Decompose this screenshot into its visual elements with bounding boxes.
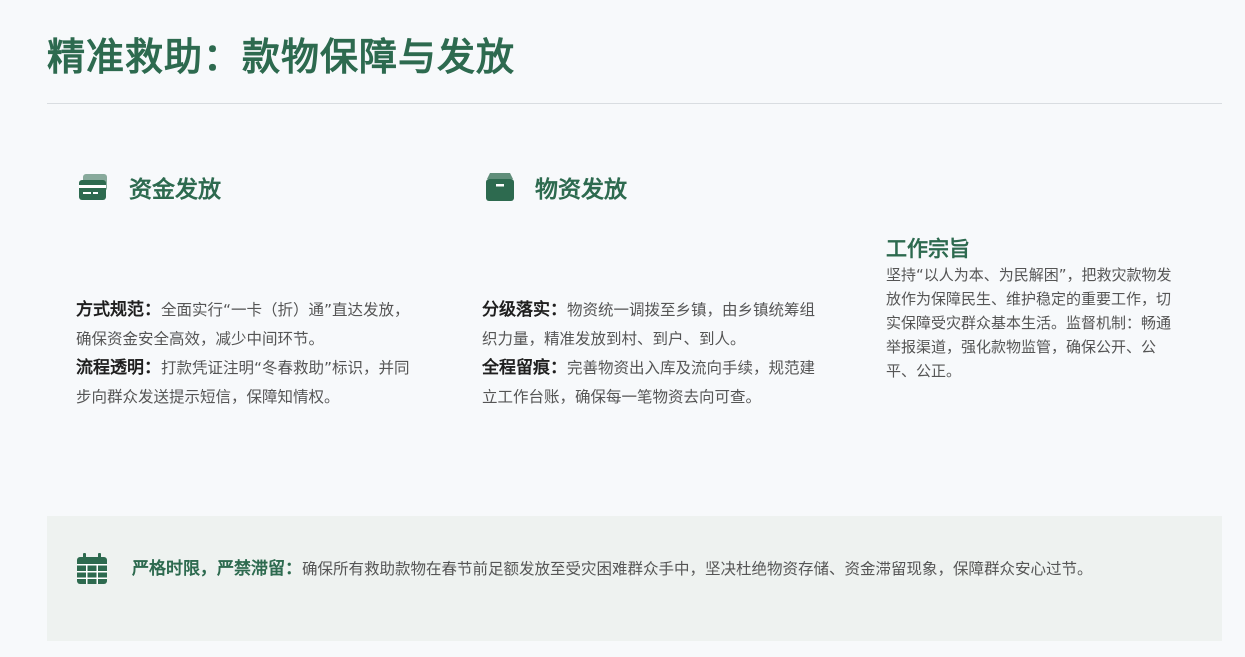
purpose-panel: 工作宗旨 坚持“以人为本、为民解困”，把救灾款物发放作为保障民生、维护稳定的重要… bbox=[886, 235, 1181, 383]
calendar-icon bbox=[76, 553, 108, 585]
box-icon bbox=[483, 170, 517, 204]
banner-body: 确保所有救助款物在春节前足额发放至受灾困难群众手中，坚决杜绝物资存储、资金滞留现… bbox=[302, 560, 1093, 578]
card-icon bbox=[77, 170, 111, 204]
item-label: 全程留痕： bbox=[482, 358, 567, 378]
banner-text: 严格时限，严禁滞留：确保所有救助款物在春节前足额发放至受灾困难群众手中，坚决杜绝… bbox=[132, 556, 1192, 583]
list-item: 全程留痕：完善物资出入库及流向手续，规范建立工作台账，确保每一笔物资去向可查。 bbox=[482, 354, 822, 412]
funds-section-title: 资金发放 bbox=[129, 176, 221, 203]
item-label: 流程透明： bbox=[76, 358, 161, 378]
purpose-text: 坚持“以人为本、为民解困”，把救灾款物发放作为保障民生、维护稳定的重要工作，切实… bbox=[886, 266, 1172, 380]
list-item: 方式规范：全面实行“一卡（折）通”直达发放，确保资金安全高效，减少中间环节。 bbox=[76, 296, 416, 354]
deadline-banner: 严格时限，严禁滞留：确保所有救助款物在春节前足额发放至受灾困难群众手中，坚决杜绝… bbox=[47, 516, 1222, 641]
supplies-section-header: 物资发放 bbox=[483, 170, 627, 204]
purpose-title: 工作宗旨 bbox=[886, 236, 970, 261]
supplies-list: 分级落实：物资统一调拨至乡镇，由乡镇统筹组织力量，精准发放到村、到户、到人。 全… bbox=[482, 296, 822, 412]
list-item: 分级落实：物资统一调拨至乡镇，由乡镇统筹组织力量，精准发放到村、到户、到人。 bbox=[482, 296, 822, 354]
item-label: 方式规范： bbox=[76, 300, 161, 320]
funds-list: 方式规范：全面实行“一卡（折）通”直达发放，确保资金安全高效，减少中间环节。 流… bbox=[76, 296, 416, 412]
banner-label: 严格时限，严禁滞留： bbox=[132, 559, 302, 579]
funds-section-header: 资金发放 bbox=[77, 170, 221, 204]
list-item: 流程透明：打款凭证注明“冬春救助”标识，并同步向群众发送提示短信，保障知情权。 bbox=[76, 354, 416, 412]
item-label: 分级落实： bbox=[482, 300, 567, 320]
supplies-section-title: 物资发放 bbox=[535, 176, 627, 203]
title-divider bbox=[47, 103, 1222, 104]
page-title: 精准救助：款物保障与发放 bbox=[47, 34, 516, 79]
